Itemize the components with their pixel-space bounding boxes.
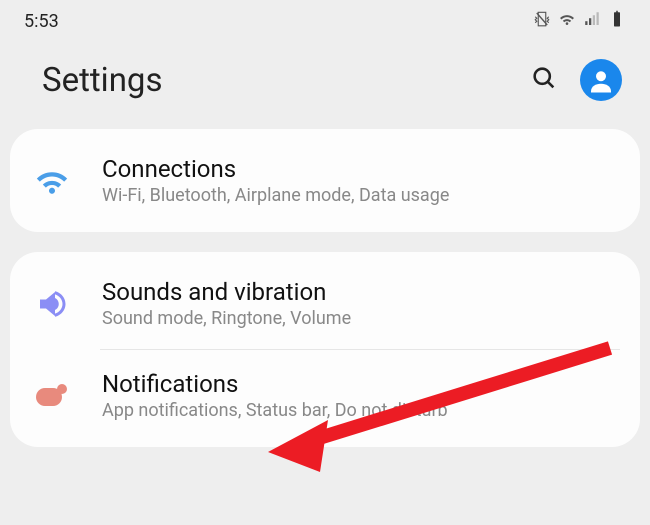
header-actions bbox=[530, 59, 622, 101]
notifications-title: Notifications bbox=[102, 370, 618, 398]
status-time: 5:53 bbox=[24, 11, 59, 32]
row-sounds-text: Sounds and vibration Sound mode, Rington… bbox=[102, 278, 618, 329]
signal-icon bbox=[583, 10, 601, 33]
notification-icon bbox=[34, 378, 80, 414]
status-bar: 5:53 bbox=[0, 0, 650, 39]
battery-icon bbox=[608, 10, 626, 33]
row-connections[interactable]: Connections Wi-Fi, Bluetooth, Airplane m… bbox=[10, 135, 640, 226]
search-icon[interactable] bbox=[530, 64, 558, 96]
card-connections: Connections Wi-Fi, Bluetooth, Airplane m… bbox=[10, 129, 640, 232]
row-connections-text: Connections Wi-Fi, Bluetooth, Airplane m… bbox=[102, 155, 618, 206]
wifi-icon bbox=[558, 10, 576, 33]
connections-subtitle: Wi-Fi, Bluetooth, Airplane mode, Data us… bbox=[102, 185, 618, 206]
account-icon[interactable] bbox=[580, 59, 622, 101]
sounds-title: Sounds and vibration bbox=[102, 278, 618, 306]
row-notifications[interactable]: Notifications App notifications, Status … bbox=[10, 350, 640, 441]
vibrate-icon bbox=[533, 10, 551, 33]
connections-title: Connections bbox=[102, 155, 618, 183]
page-title: Settings bbox=[42, 61, 163, 100]
notifications-subtitle: App notifications, Status bar, Do not di… bbox=[102, 400, 618, 421]
speaker-icon bbox=[34, 286, 80, 322]
row-sounds[interactable]: Sounds and vibration Sound mode, Rington… bbox=[10, 258, 640, 349]
status-icons bbox=[533, 10, 626, 33]
wifi-icon bbox=[34, 163, 80, 199]
app-header: Settings bbox=[0, 39, 650, 129]
card-sounds-notifications: Sounds and vibration Sound mode, Rington… bbox=[10, 252, 640, 447]
row-notifications-text: Notifications App notifications, Status … bbox=[102, 370, 618, 421]
sounds-subtitle: Sound mode, Ringtone, Volume bbox=[102, 308, 618, 329]
